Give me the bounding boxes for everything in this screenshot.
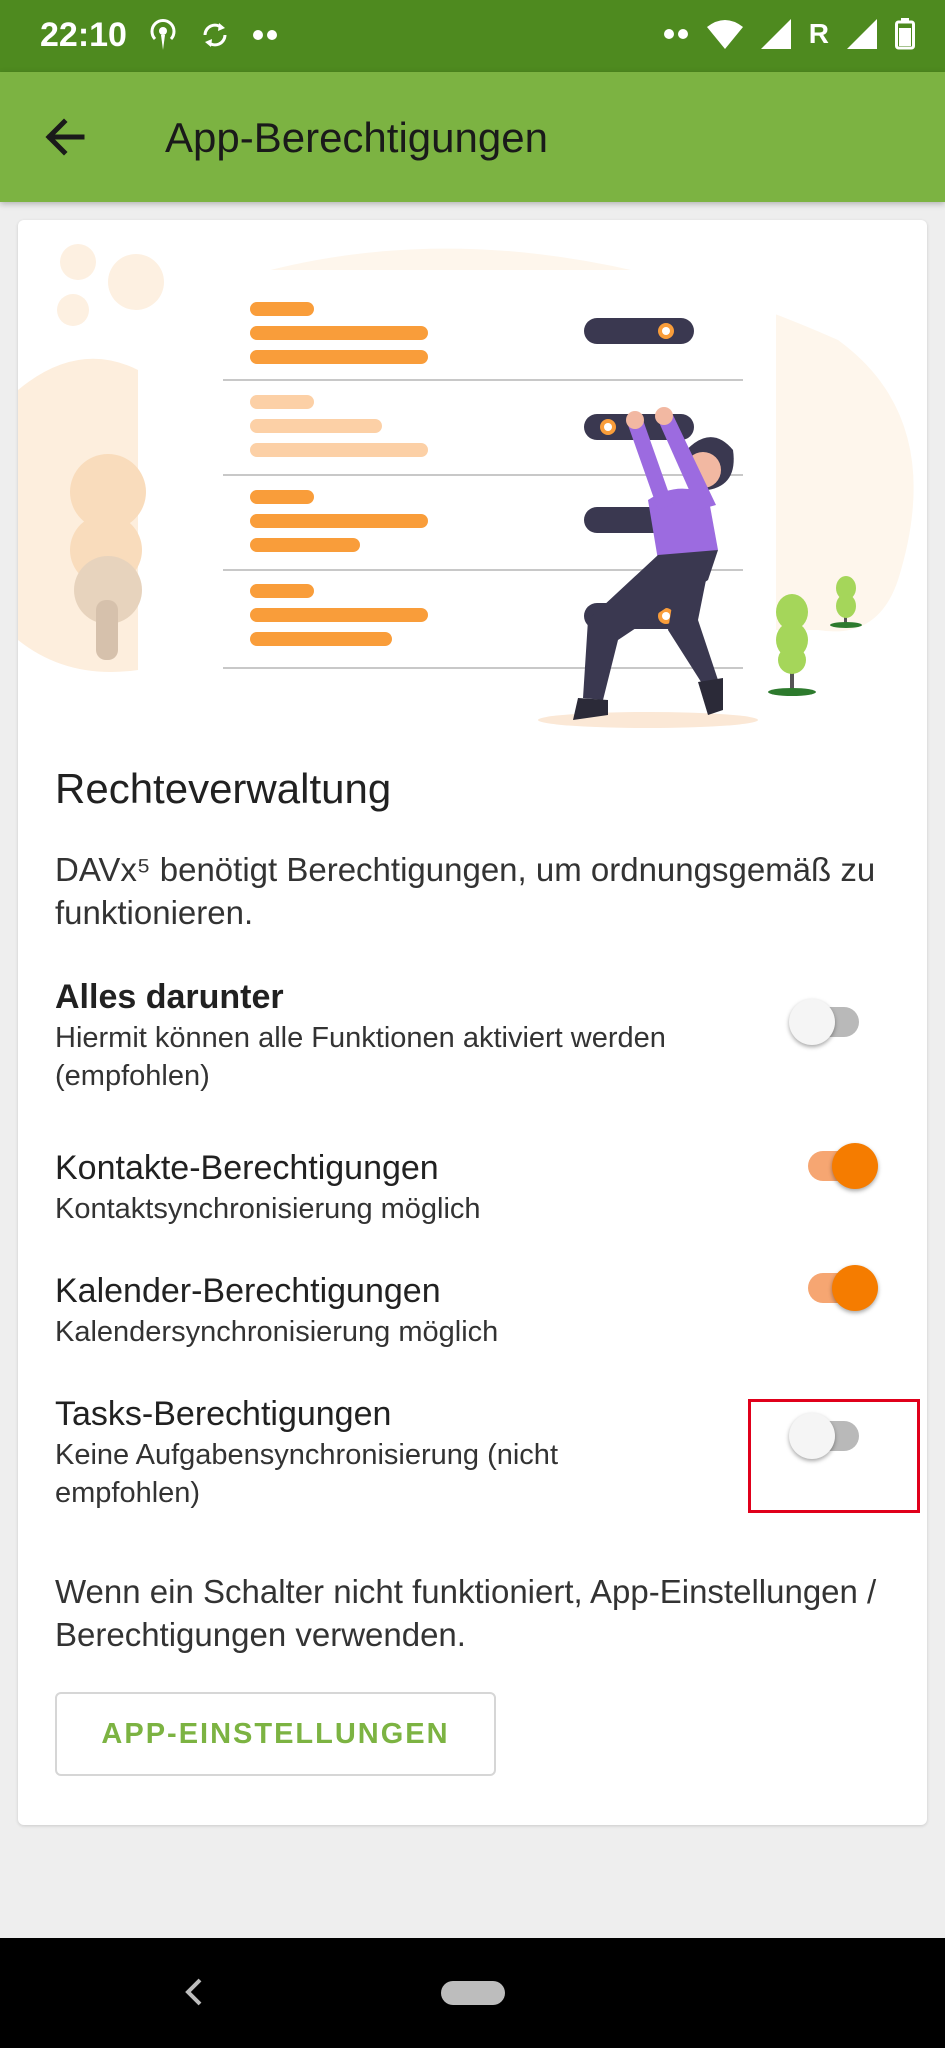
signal-icon [760,19,791,49]
toggle-thumb [789,999,835,1045]
intro-text: DAVx⁵ benötigt Berechtigungen, um ordnun… [55,851,876,931]
toggle-thumb [832,1265,878,1311]
wifi-icon [706,20,743,49]
permission-subtitle: Kontaktsynchronisierung möglich [55,1193,481,1225]
sync-icon [203,23,227,47]
network-type-label: R [808,18,829,49]
navigation-bar [0,1938,945,2048]
more-dots-icon [663,29,688,39]
page-title: App-Berechtigungen [165,114,548,161]
app-bar: App-Berechtigungen [0,72,945,202]
permission-title: Alles darunter [55,978,284,1016]
permission-title: Kalender-Berechtigungen [55,1272,441,1310]
toggle-thumb [832,1143,878,1189]
toggle-contacts[interactable] [802,1139,878,1193]
status-bar: 22:10 R [0,0,945,72]
permission-title: Kontakte-Berechtigungen [55,1149,439,1187]
permission-subtitle: Hiermit können alle Funktionen aktiviert… [55,1022,666,1092]
back-arrow-icon[interactable] [38,110,92,164]
nav-home-pill[interactable] [441,1981,505,2005]
battery-icon [895,18,915,50]
footer-hint: Wenn ein Schalter nicht funktioniert, Ap… [55,1573,877,1653]
highlight-box [748,1399,920,1513]
nav-back-icon[interactable] [180,1974,210,2010]
status-time: 22:10 [40,16,127,54]
permission-calendar[interactable]: Kalender-Berechtigungen Kalendersynchron… [55,1269,895,1351]
toggle-all[interactable] [789,995,865,1049]
signal-icon [847,19,877,49]
permission-contacts[interactable]: Kontakte-Berechtigungen Kontaktsynchroni… [55,1146,895,1228]
permission-subtitle: Kalendersynchronisierung möglich [55,1316,499,1348]
hotspot-icon [150,19,176,50]
permissions-illustration [18,244,914,728]
toggle-calendar[interactable] [802,1261,878,1315]
more-dots-icon [253,30,277,40]
permissions-card: Rechteverwaltung DAVx⁵ benötigt Berechti… [18,220,927,1825]
app-settings-button[interactable]: APP-EINSTELLUNGEN [55,1692,496,1776]
section-heading: Rechteverwaltung [55,765,392,812]
permission-subtitle: Keine Aufgabensynchronisierung (nicht em… [55,1439,558,1509]
permission-all[interactable]: Alles darunter Hiermit können alle Funkt… [55,975,895,1095]
status-icons-left [148,18,278,52]
status-icons-right: R [663,18,915,50]
